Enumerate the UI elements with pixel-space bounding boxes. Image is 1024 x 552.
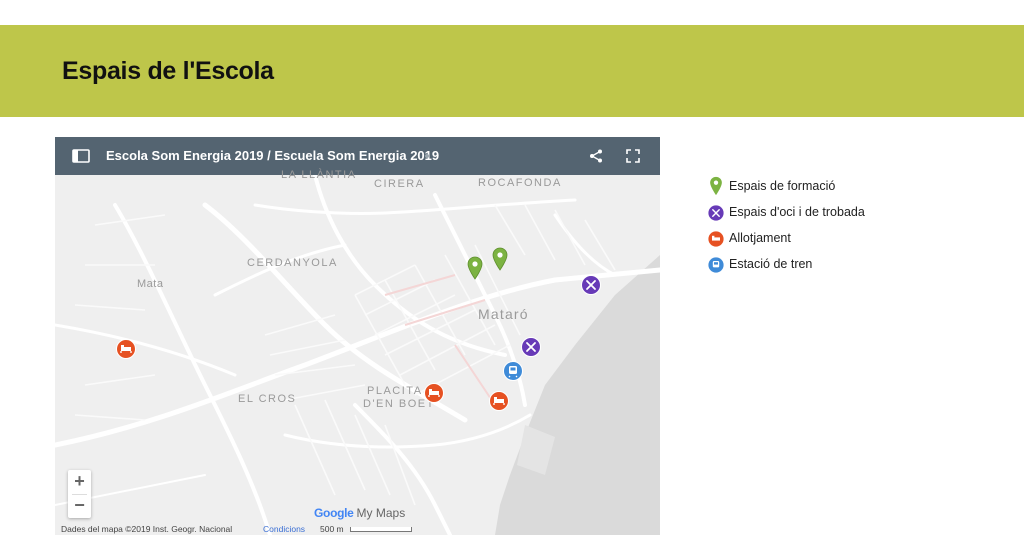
google-wordmark: Google: [314, 506, 354, 520]
bed-icon[interactable]: [116, 339, 136, 359]
legend-label: Allotjament: [729, 231, 791, 245]
share-icon[interactable]: [589, 149, 603, 163]
green-pin-icon: [710, 176, 722, 196]
fork-knife-icon[interactable]: [521, 337, 541, 357]
legend-label: Espais de formació: [729, 179, 836, 193]
bed-icon: [708, 231, 724, 247]
train-icon[interactable]: [503, 361, 523, 381]
map-footer: Dades del mapa ©2019 Inst. Geogr. Nacion…: [55, 523, 660, 535]
scale-label: 500 m: [320, 524, 344, 534]
legend-label: Estació de tren: [729, 257, 813, 271]
map-label-rocafonda: ROCAFONDA: [478, 177, 562, 189]
map-label-mataro: Mataró: [478, 306, 529, 322]
map-label-el-cros: EL CROS: [238, 393, 297, 405]
embedded-map[interactable]: Escola Som Energia 2019 / Escuela Som En…: [55, 137, 660, 535]
train-icon: [708, 257, 724, 273]
map-title[interactable]: Escola Som Energia 2019 / Escuela Som En…: [106, 148, 439, 163]
fullscreen-icon[interactable]: [626, 149, 640, 163]
page-title: Espais de l'Escola: [62, 57, 274, 85]
zoom-divider: [72, 494, 87, 495]
zoom-out-button[interactable]: −: [68, 494, 91, 518]
map-canvas[interactable]: [55, 175, 660, 535]
fork-knife-icon: [708, 205, 724, 221]
zoom-control: + −: [68, 470, 91, 518]
bed-icon[interactable]: [489, 391, 509, 411]
map-label-cerdanyola: CERDANYOLA: [247, 257, 338, 269]
legend-label: Espais d'oci i de trobada: [729, 205, 865, 219]
scale-bar: [350, 527, 412, 532]
google-logo: Google: [314, 506, 354, 520]
my-maps-wordmark: My Maps: [356, 506, 406, 520]
map-title-dot: [425, 154, 429, 158]
google-my-maps-logo: Google My Maps: [314, 506, 405, 520]
map-label-cirera: CIRERA: [374, 178, 425, 190]
bed-icon[interactable]: [424, 383, 444, 403]
zoom-in-button[interactable]: +: [68, 470, 91, 494]
map-data-credit: Dades del mapa ©2019 Inst. Geogr. Nacion…: [61, 524, 233, 534]
fork-knife-icon[interactable]: [581, 275, 601, 295]
page-header-banner: Espais de l'Escola: [0, 25, 1024, 117]
green-pin-icon[interactable]: [467, 256, 483, 280]
map-label-mata: Mata: [137, 278, 164, 290]
terms-link[interactable]: Condicions: [263, 524, 305, 534]
sidebar-toggle-icon[interactable]: [72, 149, 90, 163]
green-pin-icon[interactable]: [492, 247, 508, 271]
map-title-bar: Escola Som Energia 2019 / Escuela Som En…: [55, 137, 660, 175]
map-label-placita: PLACITA: [367, 385, 423, 397]
map-label-la-llantia: LA LLÀNTIA: [281, 169, 357, 181]
